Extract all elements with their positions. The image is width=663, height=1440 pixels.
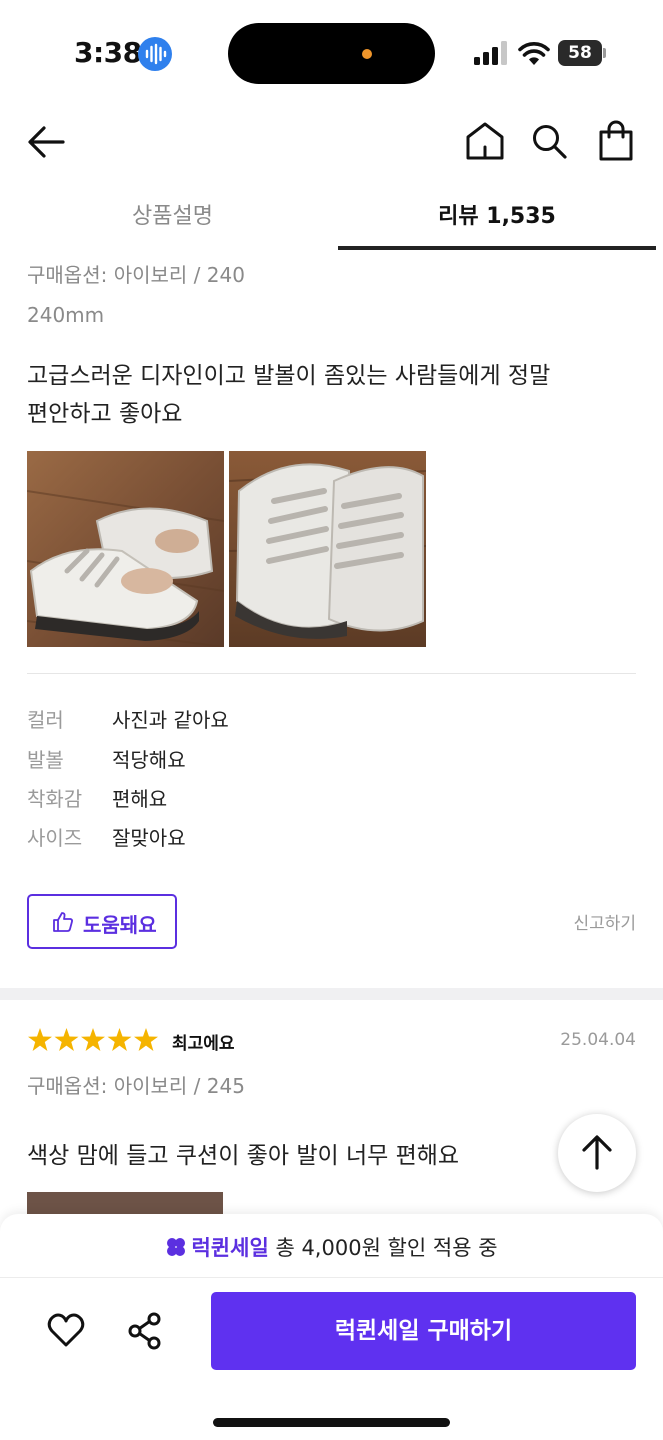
cellular-signal-icon (474, 41, 507, 65)
status-time: 3:38 (74, 36, 142, 69)
review-size-text: 240mm (27, 303, 105, 327)
helpful-button[interactable]: 도움돼요 (27, 894, 177, 949)
share-icon[interactable] (126, 1312, 164, 1350)
wifi-icon (518, 42, 550, 65)
review-divider (27, 673, 636, 674)
sale-banner: 럭퀸세일 총 4,000원 할인 적용 중 (0, 1214, 663, 1278)
scroll-to-top-button[interactable] (558, 1114, 636, 1192)
helpful-label: 도움돼요 (83, 913, 157, 937)
heart-icon[interactable] (47, 1312, 85, 1348)
privacy-indicator-dot (362, 49, 372, 59)
eval-label-color: 컬러 (27, 708, 64, 732)
sale-brand: 럭퀸세일 (191, 1236, 269, 1260)
eval-label-size: 사이즈 (27, 826, 83, 850)
home-icon[interactable] (464, 120, 506, 162)
arrow-up-icon (582, 1135, 612, 1170)
rating-stars (28, 1028, 158, 1051)
eval-value-color: 사진과 같아요 (112, 708, 229, 732)
tab-reviews[interactable]: 리뷰 1,535 (338, 198, 656, 252)
review-photo-2[interactable] (229, 451, 426, 647)
review-separator (0, 988, 663, 1000)
review-date: 25.04.04 (560, 1030, 636, 1050)
review-title: 최고에요 (172, 1034, 235, 1054)
report-link[interactable]: 신고하기 (573, 909, 636, 934)
eval-value-comfort: 편해요 (112, 787, 168, 811)
search-icon[interactable] (530, 122, 568, 160)
battery-nub (603, 48, 606, 58)
back-arrow-icon[interactable] (26, 124, 66, 160)
clover-icon (167, 1238, 186, 1256)
shopping-bag-icon[interactable] (596, 120, 636, 162)
eval-value-width: 적당해요 (112, 748, 186, 772)
tab-product-description[interactable]: 상품설명 (0, 198, 345, 252)
eval-label-comfort: 착화감 (27, 787, 83, 811)
audio-recording-icon (138, 37, 172, 71)
buy-button[interactable]: 럭퀸세일 구매하기 (211, 1292, 636, 1370)
status-bar: 3:38 58 (0, 0, 663, 100)
thumbs-up-icon (53, 912, 73, 932)
dynamic-island (228, 23, 435, 84)
review-body-line-2: 편안하고 좋아요 (27, 401, 183, 427)
review-photo-1[interactable] (27, 451, 224, 647)
review-body-line-1: 고급스러운 디자인이고 발볼이 좀있는 사람들에게 정말 (27, 363, 551, 389)
active-tab-indicator (338, 246, 656, 250)
sale-text: 총 4,000원 할인 적용 중 (275, 1236, 498, 1260)
eval-value-size: 잘맞아요 (112, 826, 186, 850)
home-indicator[interactable] (213, 1418, 450, 1427)
battery-level: 58 (558, 40, 602, 66)
review-purchase-option: 구매옵션: 아이보리 / 245 (27, 1074, 245, 1098)
eval-label-width: 발볼 (27, 748, 64, 772)
review-purchase-option: 구매옵션: 아이보리 / 240 (27, 263, 245, 287)
review-body: 색상 맘에 들고 쿠션이 좋아 발이 너무 편해요 (27, 1143, 460, 1169)
